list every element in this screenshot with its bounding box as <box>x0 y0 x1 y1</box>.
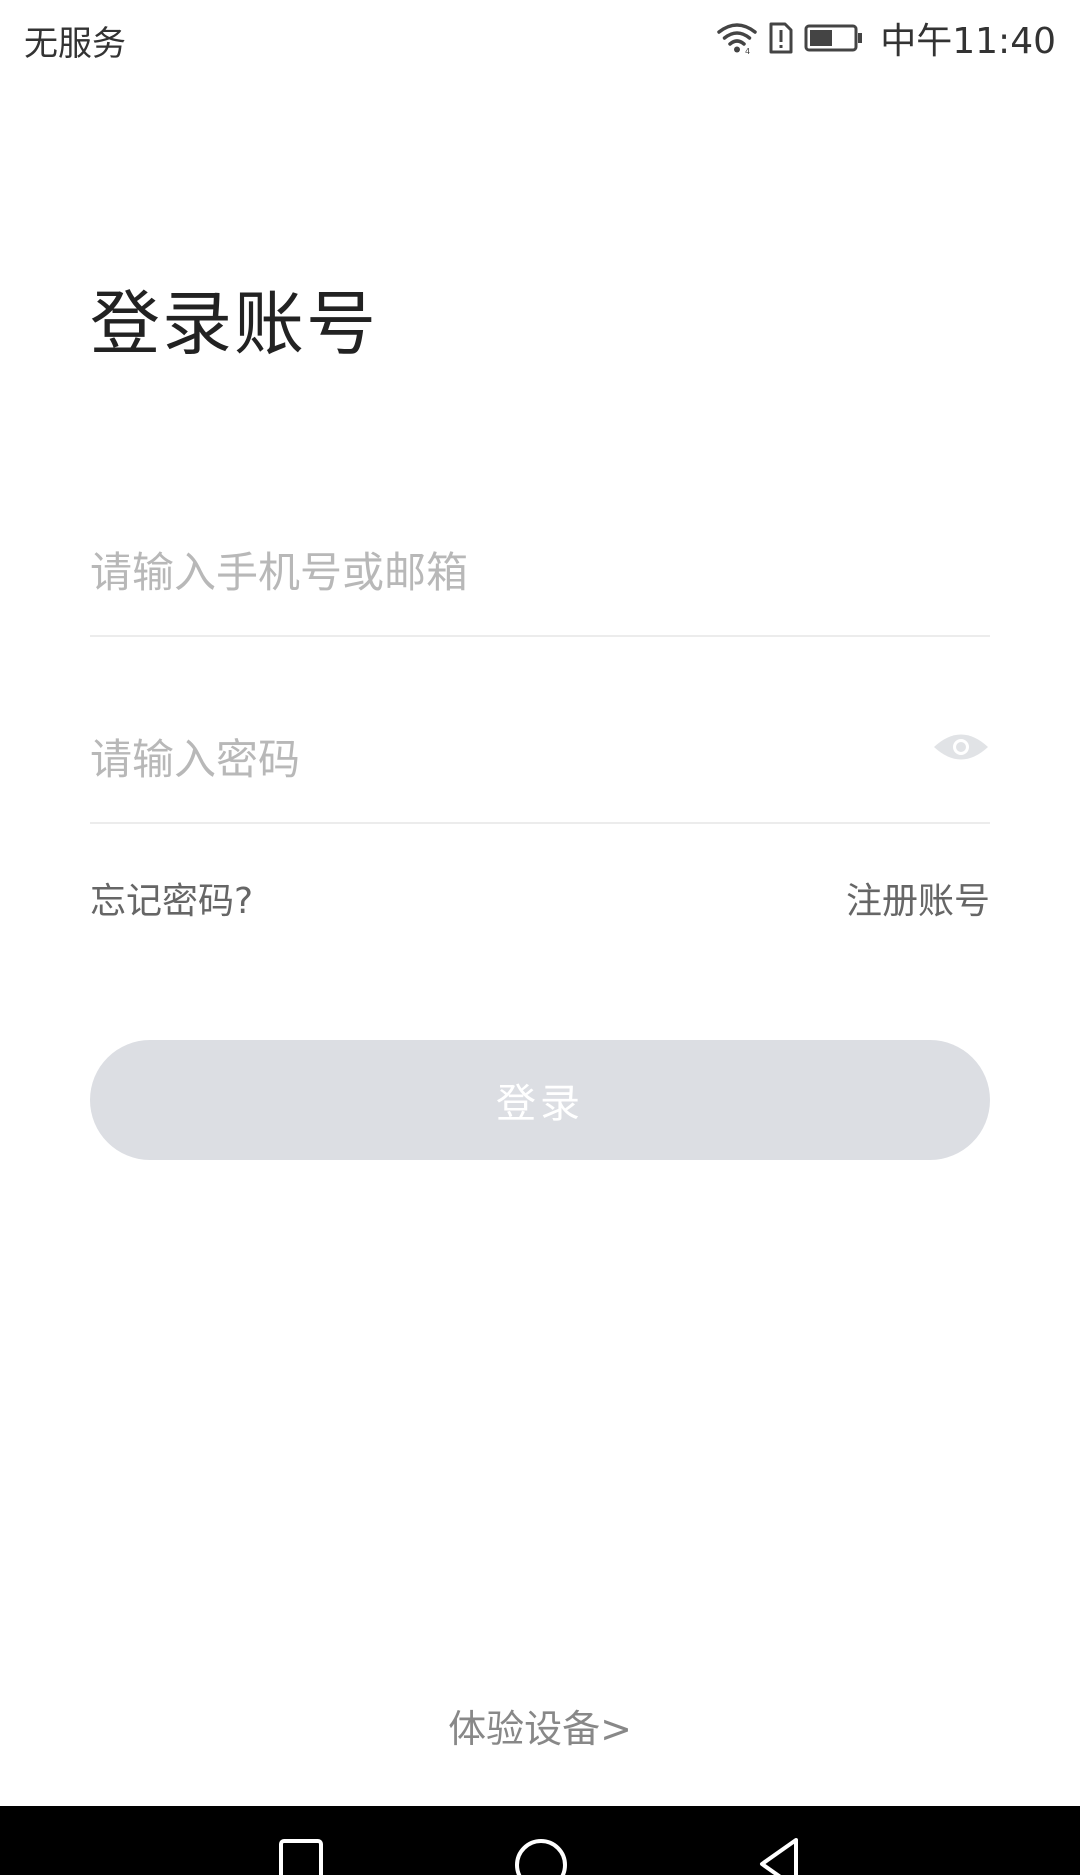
recent-apps-icon[interactable] <box>278 1836 324 1875</box>
home-icon[interactable] <box>514 1836 568 1875</box>
page-title: 登录账号 <box>90 283 378 365</box>
forgot-password-link[interactable]: 忘记密码? <box>90 872 253 924</box>
navigation-bar <box>0 1806 1080 1875</box>
register-link[interactable]: 注册账号 <box>846 872 990 924</box>
demo-device-link[interactable]: 体验设备> <box>0 1698 1080 1753</box>
password-field <box>90 702 990 824</box>
carrier-label: 无服务 <box>24 24 126 64</box>
show-password-eye-icon[interactable] <box>932 728 990 766</box>
account-input[interactable] <box>90 548 890 597</box>
login-button[interactable]: 登录 <box>90 1040 990 1160</box>
account-field <box>90 515 990 637</box>
clock: 中午11:40 <box>880 21 1056 62</box>
sim-alert-icon <box>769 22 793 54</box>
back-icon[interactable] <box>756 1836 802 1875</box>
status-bar: 无服务 4 中午11:40 <box>0 0 1080 76</box>
password-input[interactable] <box>90 735 890 784</box>
login-screen: 无服务 4 中午11:40 登录账号 请输入手机号或邮箱 忘记密码? 注册账号 … <box>0 0 1080 1875</box>
wifi-icon: 4 <box>717 23 757 55</box>
status-icons: 4 中午11:40 <box>716 14 1056 62</box>
svg-text:4: 4 <box>745 47 750 55</box>
battery-icon <box>804 24 863 52</box>
